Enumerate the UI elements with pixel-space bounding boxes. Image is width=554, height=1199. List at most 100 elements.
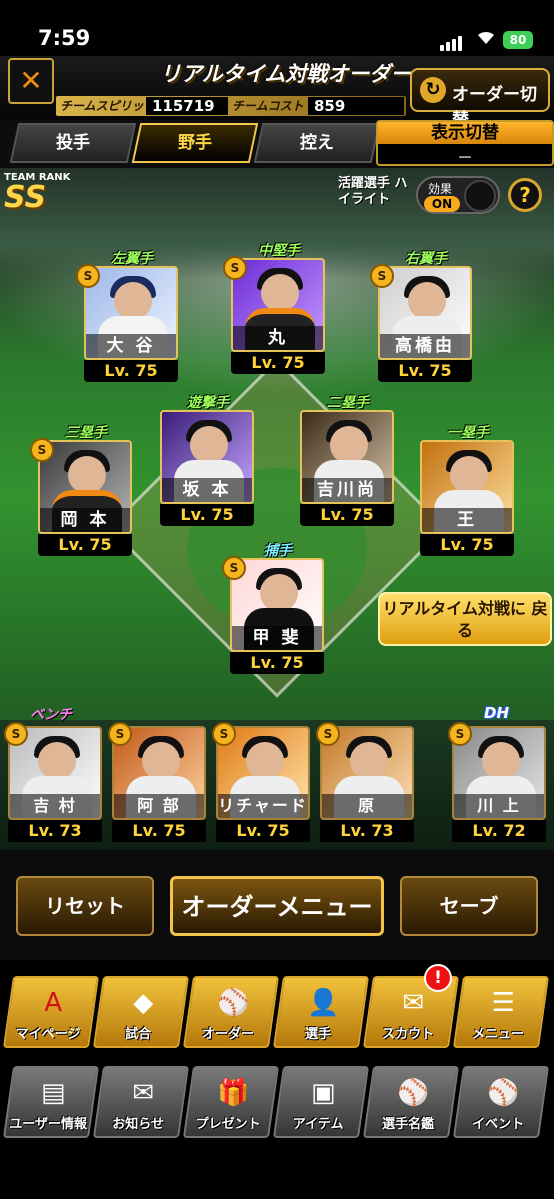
bench-card[interactable]: S 原 Lv. 73 bbox=[316, 722, 416, 842]
team-rank: TEAM RANK SS bbox=[4, 172, 84, 213]
mypage-icon: A bbox=[44, 988, 63, 1018]
nav-label: イベント bbox=[472, 1117, 525, 1132]
secondary-nav: ▤ ユーザー情報 ✉ お知らせ 🎁 プレゼント ▣ アイテム ⚾ 選手名鑑 ⚾ … bbox=[0, 1058, 554, 1199]
player-card-catcher[interactable]: 捕手 S 甲 斐 Lv. 75 bbox=[222, 540, 326, 674]
nav-label: オーダー bbox=[202, 1027, 255, 1042]
player-photo: 王 bbox=[420, 440, 514, 534]
nav-present[interactable]: 🎁 プレゼント bbox=[182, 1066, 280, 1138]
toggle-knob bbox=[464, 180, 496, 212]
player-card-center-field[interactable]: 中堅手 S 丸 Lv. 75 bbox=[223, 240, 327, 374]
player-card-third-base[interactable]: 三塁手 S 岡 本 Lv. 75 bbox=[30, 422, 134, 556]
rank-badge-icon: S bbox=[370, 264, 394, 288]
player-level: Lv. 75 bbox=[112, 820, 206, 842]
signal-icon bbox=[440, 32, 464, 51]
effect-toggle[interactable]: 効果 ON bbox=[416, 176, 500, 214]
nav-menu[interactable]: ☰ メニュー bbox=[452, 976, 550, 1048]
status-bar: 7:59 80 bbox=[0, 0, 554, 56]
nav-label: マイページ bbox=[15, 1027, 81, 1042]
help-icon[interactable]: ? bbox=[508, 178, 542, 212]
rank-badge-icon: S bbox=[448, 722, 472, 746]
nav-order[interactable]: ⚾ オーダー bbox=[182, 976, 280, 1048]
nav-event[interactable]: ⚾ イベント bbox=[452, 1066, 550, 1138]
primary-nav: A マイページ ◆ 試合 ⚾ オーダー 👤 選手 ✉ スカウト ☰ メニュー bbox=[0, 960, 554, 1058]
display-switch-label: 表示切替 bbox=[378, 122, 552, 144]
player-card-second-base[interactable]: 二塁手 吉川尚 Lv. 75 bbox=[300, 392, 396, 526]
nav-label: 選手名鑑 bbox=[382, 1117, 435, 1132]
player-name: 吉 村 bbox=[10, 794, 100, 818]
bench-card[interactable]: S 吉 村 Lv. 73 bbox=[4, 722, 104, 842]
return-to-realtime-button[interactable]: リアルタイム対戦に 戻る bbox=[378, 592, 552, 646]
tab-label: 投手 bbox=[56, 133, 90, 153]
wifi-icon bbox=[478, 31, 494, 44]
highlight-label: 活躍選手 ハイライト bbox=[338, 176, 408, 207]
player-name: 岡 本 bbox=[40, 508, 130, 532]
nav-news[interactable]: ✉ お知らせ bbox=[92, 1066, 190, 1138]
position-label: 遊撃手 bbox=[187, 395, 229, 411]
nav-user-info[interactable]: ▤ ユーザー情報 bbox=[2, 1066, 100, 1138]
player-level: Lv. 75 bbox=[84, 360, 178, 382]
player-card-shortstop[interactable]: 遊撃手 坂 本 Lv. 75 bbox=[160, 392, 256, 526]
player-card-right-field[interactable]: 右翼手 S 高橋由 Lv. 75 bbox=[370, 248, 474, 382]
stadium-icon: ◆ bbox=[133, 988, 154, 1018]
nav-label: 試合 bbox=[125, 1027, 152, 1042]
display-switch-value: － bbox=[456, 148, 473, 167]
nav-player-directory[interactable]: ⚾ 選手名鑑 bbox=[362, 1066, 460, 1138]
player-name: 甲 斐 bbox=[232, 626, 322, 650]
tab-fielder[interactable]: 野手 bbox=[131, 123, 259, 163]
scout-icon: ✉ bbox=[402, 988, 425, 1018]
team-cost-label: チームコスト bbox=[232, 99, 304, 113]
refresh-icon: ↻ bbox=[420, 77, 446, 103]
page-title: リアルタイム対戦オーダー bbox=[160, 62, 412, 86]
player-level: Lv. 75 bbox=[216, 820, 310, 842]
nav-game[interactable]: ◆ 試合 bbox=[92, 976, 190, 1048]
player-photo: 吉川尚 bbox=[300, 410, 394, 504]
player-level: Lv. 75 bbox=[160, 504, 254, 526]
tab-pitcher[interactable]: 投手 bbox=[9, 123, 137, 163]
tab-reserve[interactable]: 控え bbox=[253, 123, 381, 163]
rank-badge-icon: S bbox=[222, 556, 246, 580]
rank-badge-icon: S bbox=[4, 722, 28, 746]
player-name: 坂 本 bbox=[162, 478, 252, 502]
player-card-first-base[interactable]: 一塁手 王 Lv. 75 bbox=[420, 422, 516, 556]
player-name: 原 bbox=[322, 794, 412, 818]
battery-icon: 80 bbox=[503, 31, 533, 49]
bench-card[interactable]: S リチャード Lv. 75 bbox=[212, 722, 312, 842]
header: ✕ リアルタイム対戦オーダー チームスピリッツ 115719 チームコスト 85… bbox=[0, 56, 554, 130]
nav-players[interactable]: 👤 選手 bbox=[272, 976, 370, 1048]
rank-badge-icon: S bbox=[223, 256, 247, 280]
player-name: 高橋由 bbox=[380, 334, 470, 358]
nav-mypage[interactable]: A マイページ bbox=[2, 976, 100, 1048]
event-icon: ⚾ bbox=[487, 1078, 520, 1108]
effect-label: 効果 bbox=[428, 182, 453, 196]
tabs-row: 投手 野手 控え 表示切替 － bbox=[0, 120, 554, 168]
order-switch-button[interactable]: ↻ オーダー切替 bbox=[410, 68, 550, 130]
team-cost-value: 859 bbox=[308, 97, 404, 115]
team-spirit-label: チームスピリッツ bbox=[60, 99, 156, 113]
nav-label: アイテム bbox=[292, 1117, 344, 1132]
bench-card[interactable]: S 阿 部 Lv. 75 bbox=[108, 722, 208, 842]
position-label: 二塁手 bbox=[327, 395, 369, 411]
player-name: 阿 部 bbox=[114, 794, 204, 818]
tab-label: 控え bbox=[300, 133, 334, 153]
order-menu-button[interactable]: オーダーメニュー bbox=[170, 876, 384, 936]
action-bar: リセット オーダーメニュー セーブ bbox=[0, 850, 554, 960]
rank-badge-icon: S bbox=[30, 438, 54, 462]
display-switch-button[interactable]: 表示切替 － bbox=[376, 120, 554, 167]
player-card-left-field[interactable]: 左翼手 S 大 谷 Lv. 75 bbox=[76, 248, 180, 382]
reset-button[interactable]: リセット bbox=[16, 876, 154, 936]
player-name: リチャード bbox=[218, 794, 308, 818]
player-name: 丸 bbox=[233, 326, 323, 350]
player-name: 川 上 bbox=[454, 794, 544, 818]
save-button[interactable]: セーブ bbox=[400, 876, 538, 936]
news-icon: ✉ bbox=[132, 1078, 155, 1108]
nav-items[interactable]: ▣ アイテム bbox=[272, 1066, 370, 1138]
team-logo-icon[interactable]: ✕ bbox=[8, 58, 54, 104]
field-icon: ⚾ bbox=[217, 988, 250, 1018]
player-level: Lv. 75 bbox=[378, 360, 472, 382]
player-name: 大 谷 bbox=[86, 334, 176, 358]
bench-card-dh[interactable]: S 川 上 Lv. 72 bbox=[448, 722, 548, 842]
position-label: 三塁手 bbox=[65, 425, 107, 441]
rank-badge-icon: S bbox=[316, 722, 340, 746]
player-name: 吉川尚 bbox=[302, 478, 392, 502]
position-label: 中堅手 bbox=[258, 243, 300, 259]
